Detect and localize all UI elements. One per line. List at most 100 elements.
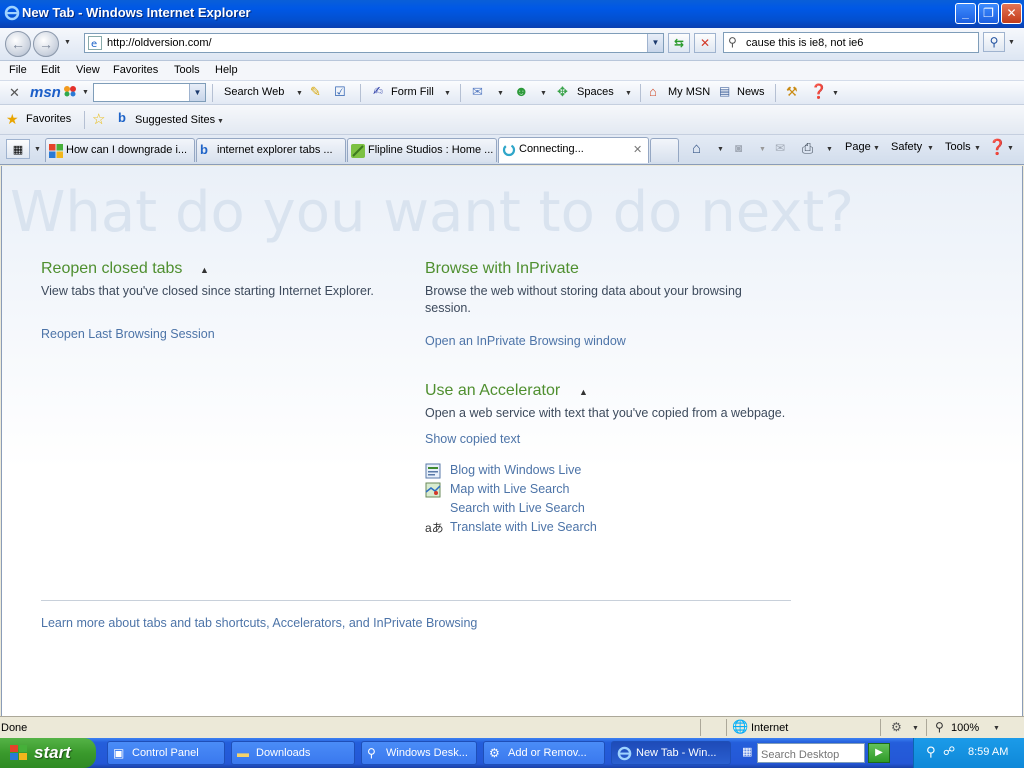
task-downloads[interactable]: ▬ Downloads bbox=[231, 741, 355, 765]
map-with-live-search-link[interactable]: Map with Live Search bbox=[450, 482, 570, 496]
mail-icon[interactable]: ✉ bbox=[472, 84, 483, 100]
tray-network-icon[interactable]: ☍ bbox=[943, 744, 955, 758]
collapse-caret-icon[interactable]: ▲ bbox=[200, 265, 209, 275]
msn-dropdown[interactable]: ▼ bbox=[82, 89, 89, 96]
mail-dropdown[interactable]: ▼ bbox=[497, 90, 504, 97]
help-dropdown[interactable]: ▼ bbox=[832, 90, 839, 97]
messenger-icon[interactable]: ☻ bbox=[514, 83, 529, 99]
protected-mode-icon[interactable]: ⚙ bbox=[891, 720, 902, 734]
close-button[interactable]: ✕ bbox=[1001, 3, 1022, 24]
page-menu-button[interactable]: Page bbox=[845, 141, 871, 153]
ie-logo-icon bbox=[4, 5, 20, 21]
title-bar[interactable]: New Tab - Windows Internet Explorer _ ❐ … bbox=[0, 0, 1024, 28]
favorites-button[interactable]: Favorites bbox=[26, 113, 71, 125]
command-help-icon[interactable]: ❓ bbox=[988, 138, 1007, 156]
read-mail-icon[interactable]: ✉ bbox=[775, 141, 785, 155]
print-icon[interactable]: ⎙ bbox=[802, 140, 813, 157]
accelerator-heading[interactable]: Use an Accelerator bbox=[425, 382, 560, 400]
notepad-icon[interactable]: ☑ bbox=[334, 84, 346, 100]
tray-search-icon[interactable]: ⚲ bbox=[926, 744, 936, 760]
translate-with-live-search-link[interactable]: Translate with Live Search bbox=[450, 520, 597, 534]
page-dropdown[interactable]: ▼ bbox=[873, 145, 880, 152]
recent-pages-dropdown[interactable]: ▼ bbox=[64, 39, 71, 46]
menu-edit[interactable]: Edit bbox=[41, 64, 60, 76]
clock[interactable]: 8:59 AM bbox=[968, 746, 1008, 758]
form-fill-button[interactable]: Form Fill bbox=[391, 86, 434, 98]
toolbar-search-input[interactable]: ▼ bbox=[93, 83, 206, 102]
home-dropdown[interactable]: ▼ bbox=[717, 146, 724, 153]
highlighter-icon[interactable]: ✎ bbox=[310, 84, 321, 100]
suggested-sites-button[interactable]: Suggested Sites bbox=[135, 114, 215, 126]
quick-tabs-button[interactable]: ▦ bbox=[6, 139, 30, 159]
help-icon[interactable]: ❓ bbox=[810, 83, 827, 100]
messenger-dropdown[interactable]: ▼ bbox=[540, 90, 547, 97]
tools-menu-button[interactable]: Tools bbox=[945, 141, 971, 153]
home-icon[interactable]: ⌂ bbox=[692, 140, 701, 157]
menu-help[interactable]: Help bbox=[215, 64, 238, 76]
task-windows-desktop-search[interactable]: ⚲ Windows Desk... bbox=[361, 741, 477, 765]
add-to-favorites-icon[interactable]: ☆ bbox=[92, 110, 105, 128]
address-bar[interactable]: e http://oldversion.com/ ▼ bbox=[84, 33, 664, 53]
msn-logo[interactable]: msn bbox=[30, 84, 61, 101]
spaces-button[interactable]: Spaces bbox=[577, 86, 614, 98]
print-dropdown[interactable]: ▼ bbox=[826, 146, 833, 153]
zoom-dropdown[interactable]: ▼ bbox=[993, 725, 1000, 732]
open-inprivate-link[interactable]: Open an InPrivate Browsing window bbox=[425, 334, 626, 348]
protected-mode-dropdown[interactable]: ▼ bbox=[912, 725, 919, 732]
start-button[interactable]: start bbox=[0, 738, 96, 768]
safety-menu-button[interactable]: Safety bbox=[891, 141, 922, 153]
menu-file[interactable]: File bbox=[9, 64, 27, 76]
toolbar-separator bbox=[775, 84, 776, 102]
search-web-dropdown[interactable]: ▼ bbox=[296, 90, 303, 97]
toolbar-options-icon[interactable]: ⚒ bbox=[786, 84, 798, 100]
search-box[interactable]: ⚲ cause this is ie8, not ie6 bbox=[723, 32, 979, 53]
suggested-sites-dropdown[interactable]: ▼ bbox=[217, 118, 224, 125]
feeds-icon[interactable]: ◙ bbox=[735, 141, 742, 155]
search-with-live-search-link[interactable]: Search with Live Search bbox=[450, 501, 585, 515]
zoom-level[interactable]: 100% bbox=[951, 722, 979, 734]
maximize-button[interactable]: ❐ bbox=[978, 3, 999, 24]
new-tab-button[interactable] bbox=[650, 138, 679, 162]
forward-button[interactable]: → bbox=[33, 31, 59, 57]
tab-flipline[interactable]: Flipline Studios : Home ... bbox=[347, 138, 497, 162]
search-icon: ⚲ bbox=[367, 746, 376, 760]
refresh-button[interactable]: ⇆ bbox=[668, 33, 690, 53]
show-copied-text-link[interactable]: Show copied text bbox=[425, 432, 520, 446]
task-add-remove-programs[interactable]: ⚙ Add or Remov... bbox=[483, 741, 605, 765]
toolbar-close-icon[interactable]: ✕ bbox=[9, 85, 20, 101]
tab-close-icon[interactable]: ✕ bbox=[633, 143, 642, 156]
command-help-dropdown[interactable]: ▼ bbox=[1007, 145, 1014, 152]
spaces-dropdown[interactable]: ▼ bbox=[625, 90, 632, 97]
back-button[interactable]: ← bbox=[5, 31, 31, 57]
menu-view[interactable]: View bbox=[76, 64, 100, 76]
news-button[interactable]: News bbox=[737, 86, 765, 98]
reopen-closed-tabs-heading[interactable]: Reopen closed tabs bbox=[41, 260, 182, 278]
tools-dropdown[interactable]: ▼ bbox=[974, 145, 981, 152]
address-dropdown-button[interactable]: ▼ bbox=[647, 34, 663, 52]
menu-favorites[interactable]: Favorites bbox=[113, 64, 158, 76]
toolbar-search-dropdown[interactable]: ▼ bbox=[189, 84, 205, 101]
security-zone[interactable]: Internet bbox=[751, 722, 788, 734]
desktop-search-go-button[interactable]: ▶ bbox=[868, 743, 890, 763]
tab-new-tab-active[interactable]: Connecting... ✕ bbox=[498, 137, 649, 163]
safety-dropdown[interactable]: ▼ bbox=[927, 145, 934, 152]
minimize-button[interactable]: _ bbox=[955, 3, 976, 24]
tab-downgrade[interactable]: How can I downgrade i... bbox=[45, 138, 195, 162]
blog-with-windows-live-link[interactable]: Blog with Windows Live bbox=[450, 463, 581, 477]
tab-ie-tabs[interactable]: b internet explorer tabs ... bbox=[196, 138, 346, 162]
stop-button[interactable]: ✕ bbox=[694, 33, 716, 53]
learn-more-link[interactable]: Learn more about tabs and tab shortcuts,… bbox=[41, 616, 477, 630]
feeds-dropdown[interactable]: ▼ bbox=[759, 146, 766, 153]
collapse-caret-icon[interactable]: ▲ bbox=[579, 387, 588, 397]
task-control-panel[interactable]: ▣ Control Panel bbox=[107, 741, 225, 765]
task-new-tab-ie[interactable]: New Tab - Win... bbox=[611, 741, 731, 765]
tab-list-dropdown[interactable]: ▼ bbox=[34, 146, 41, 153]
search-options-dropdown[interactable]: ▼ bbox=[1008, 39, 1015, 46]
search-button[interactable]: ⚲ bbox=[983, 32, 1005, 52]
desktop-search-input[interactable] bbox=[757, 743, 865, 763]
menu-tools[interactable]: Tools bbox=[174, 64, 200, 76]
search-web-button[interactable]: Search Web bbox=[224, 86, 284, 98]
reopen-last-session-link[interactable]: Reopen Last Browsing Session bbox=[41, 327, 215, 341]
form-fill-dropdown[interactable]: ▼ bbox=[444, 90, 451, 97]
my-msn-button[interactable]: My MSN bbox=[668, 86, 710, 98]
